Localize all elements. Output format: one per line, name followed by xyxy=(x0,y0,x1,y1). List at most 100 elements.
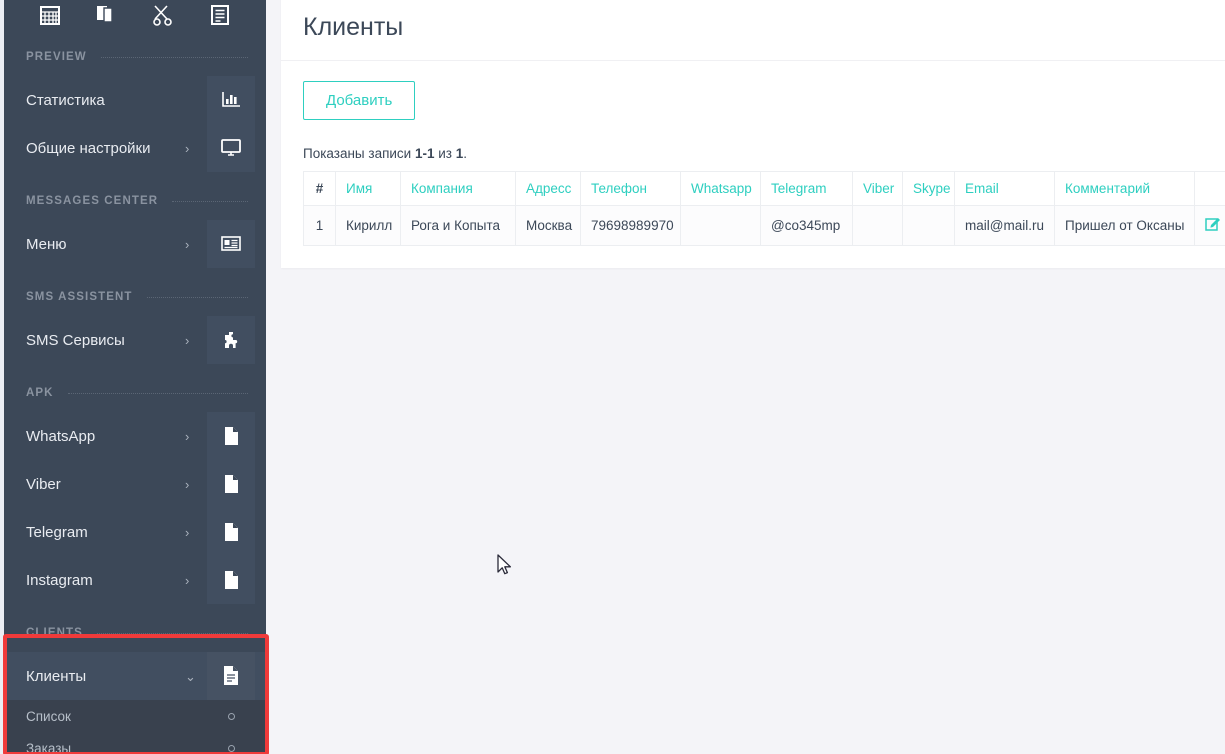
sidebar-item-label: SMS Сервисы xyxy=(26,331,125,349)
cell-viber xyxy=(852,204,903,246)
content-panel: Клиенты Добавить Показаны записи 1-1 из … xyxy=(281,0,1225,268)
clients-table: # Имя Компания Адресс Телефон Whatsapp T… xyxy=(303,170,1225,246)
file-icon xyxy=(207,508,255,556)
sidebar-item-label: Viber xyxy=(26,475,61,493)
column-header-viber[interactable]: Viber xyxy=(852,170,903,206)
section-label: MESSAGES CENTER xyxy=(26,195,159,207)
page-title: Клиенты xyxy=(303,13,404,41)
column-header-phone[interactable]: Телефон xyxy=(580,170,681,206)
sidebar-section-messages-center: MESSAGES CENTER xyxy=(4,188,266,214)
add-button[interactable]: Добавить xyxy=(303,80,416,120)
sidebar-item-sms-servisy[interactable]: SMS Сервисы › xyxy=(4,316,266,364)
sidebar-item-instagram[interactable]: Instagram › xyxy=(4,556,266,604)
newspaper-icon xyxy=(207,220,255,268)
chevron-right-icon: › xyxy=(185,572,190,588)
sidebar-submenu-klienty: Список Заказы xyxy=(4,700,266,754)
main-content: Клиенты Добавить Показаны записи 1-1 из … xyxy=(266,0,1225,754)
scissors-icon[interactable] xyxy=(135,0,192,26)
section-divider xyxy=(96,632,248,634)
file-icon xyxy=(207,556,255,604)
monitor-icon xyxy=(207,124,255,172)
sidebar-subitem-label: Список xyxy=(26,708,71,724)
chevron-right-icon: › xyxy=(185,332,190,348)
puzzle-piece-icon xyxy=(207,316,255,364)
summary-prefix: Показаны записи xyxy=(303,145,415,161)
chevron-right-icon: › xyxy=(185,140,190,156)
sidebar-section-apk: APK xyxy=(4,380,266,406)
cell-company: Рога и Копыта xyxy=(400,204,516,246)
section-divider xyxy=(146,296,248,298)
cell-phone: 79698989970 xyxy=(580,204,681,246)
summary-middle: из xyxy=(434,145,456,161)
column-header-skype[interactable]: Skype xyxy=(902,170,955,206)
sidebar-item-label: Клиенты xyxy=(26,667,87,685)
circle-bullet-icon xyxy=(207,712,255,720)
column-header-address[interactable]: Адресс xyxy=(515,170,581,206)
file-icon xyxy=(207,412,255,460)
records-summary: Показаны записи 1-1 из 1. xyxy=(303,146,1219,161)
sidebar-item-label: WhatsApp xyxy=(26,427,96,445)
cell-skype xyxy=(902,204,955,246)
section-label: APK xyxy=(26,387,54,399)
sidebar-section-preview: PREVIEW xyxy=(4,44,266,70)
file-icon xyxy=(207,460,255,508)
summary-range: 1-1 xyxy=(414,145,435,161)
cell-whatsapp xyxy=(680,204,761,246)
document-lines-icon[interactable] xyxy=(192,0,249,26)
sidebar-item-viber[interactable]: Viber › xyxy=(4,460,266,508)
summary-suffix: . xyxy=(463,145,467,161)
column-header-telegram[interactable]: Telegram xyxy=(760,170,853,206)
sidebar-item-klienty[interactable]: Клиенты ⌄ xyxy=(4,652,266,700)
column-header-num[interactable]: # xyxy=(303,170,336,206)
column-header-whatsapp[interactable]: Whatsapp xyxy=(680,170,761,206)
bar-chart-icon xyxy=(207,76,255,124)
chevron-right-icon: › xyxy=(185,428,190,444)
cell-comment: Пришел от Оксаны xyxy=(1054,204,1195,246)
section-divider xyxy=(172,200,248,202)
cell-name: Кирилл xyxy=(335,204,401,246)
sidebar-section-sms-assistent: SMS ASSISTENT xyxy=(4,284,266,310)
cell-actions xyxy=(1194,204,1225,246)
panel-body: Добавить Показаны записи 1-1 из 1. # Имя xyxy=(281,61,1225,268)
column-header-comment[interactable]: Комментарий xyxy=(1054,170,1195,206)
sidebar-section-clients: CLIENTS xyxy=(4,620,266,646)
sidebar-item-label: Статистика xyxy=(26,91,105,109)
copy-pages-icon[interactable] xyxy=(79,0,136,26)
sidebar-item-label: Меню xyxy=(26,235,67,253)
sidebar-subitem-zakazy[interactable]: Заказы xyxy=(4,732,266,754)
table-row: 1 Кирилл Рога и Копыта Москва 7969898997… xyxy=(303,204,1225,246)
sidebar-item-obshie-nastroyki[interactable]: Общие настройки › xyxy=(4,124,266,172)
sidebar-subitem-spisok[interactable]: Список xyxy=(4,700,266,732)
column-header-actions xyxy=(1194,170,1225,206)
circle-bullet-icon xyxy=(207,744,255,752)
chevron-right-icon: › xyxy=(185,236,190,252)
sidebar-subitem-label: Заказы xyxy=(26,740,72,754)
app-root: PREVIEW Статистика Общие настройки › MES… xyxy=(0,0,1225,754)
section-divider xyxy=(67,392,248,394)
column-header-company[interactable]: Компания xyxy=(400,170,516,206)
chevron-down-icon: ⌄ xyxy=(185,668,196,684)
chevron-right-icon: › xyxy=(185,524,190,540)
sidebar-item-menu[interactable]: Меню › xyxy=(4,220,266,268)
section-label: PREVIEW xyxy=(26,51,87,63)
sidebar-item-label: Telegram xyxy=(26,523,88,541)
sidebar-item-statistika[interactable]: Статистика xyxy=(4,76,266,124)
section-divider xyxy=(100,56,248,58)
column-header-name[interactable]: Имя xyxy=(335,170,401,206)
cell-telegram: @co345mp xyxy=(760,204,853,246)
sidebar-item-whatsapp[interactable]: WhatsApp › xyxy=(4,412,266,460)
section-label: CLIENTS xyxy=(26,627,83,639)
column-header-email[interactable]: Email xyxy=(954,170,1055,206)
cell-address: Москва xyxy=(515,204,581,246)
file-text-icon xyxy=(207,652,255,700)
sidebar-item-telegram[interactable]: Telegram › xyxy=(4,508,266,556)
sidebar-item-label: Общие настройки xyxy=(26,139,151,157)
section-label: SMS ASSISTENT xyxy=(26,291,133,303)
edit-icon[interactable] xyxy=(1205,216,1220,234)
chevron-right-icon: › xyxy=(185,476,190,492)
sidebar-top-icons xyxy=(4,0,266,28)
panel-header: Клиенты xyxy=(281,0,1225,61)
calendar-grid-icon[interactable] xyxy=(22,0,79,26)
table-header-row: # Имя Компания Адресс Телефон Whatsapp T… xyxy=(303,170,1225,206)
cell-num: 1 xyxy=(303,204,336,246)
